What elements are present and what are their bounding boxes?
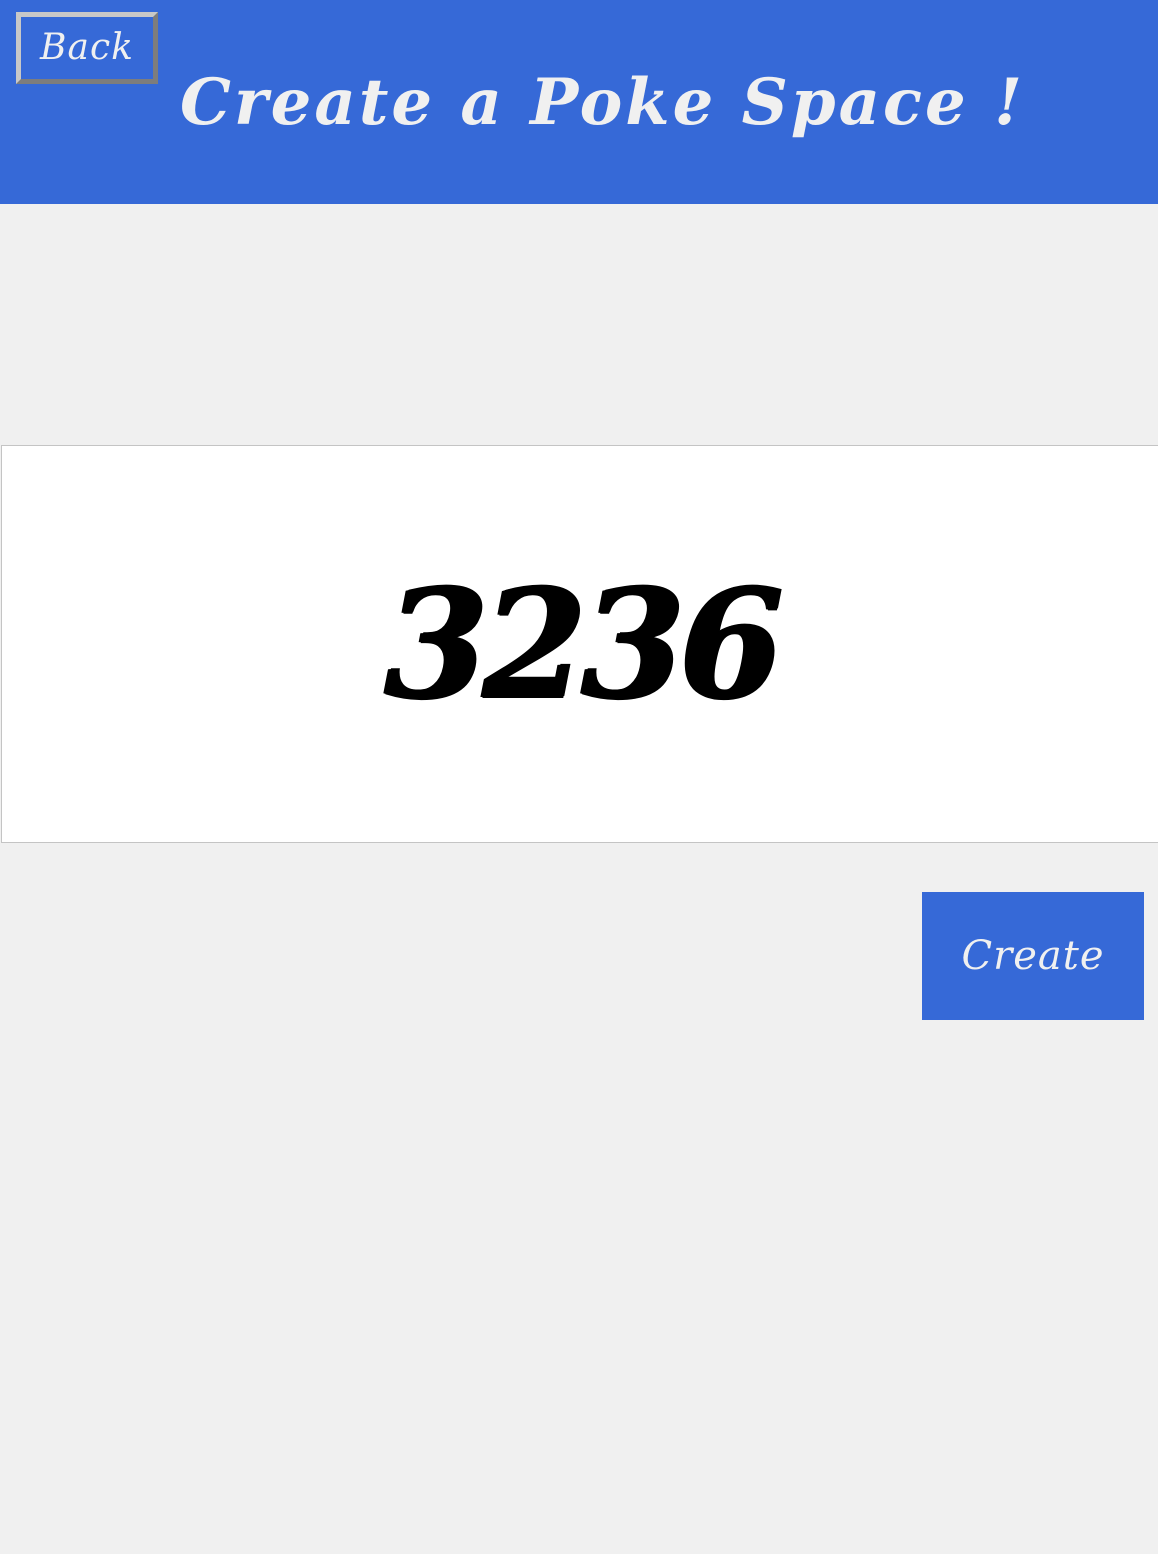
header-bar: Back Create a Poke Space ! — [0, 0, 1158, 204]
create-button[interactable]: Create — [922, 892, 1144, 1020]
back-button[interactable]: Back — [16, 12, 158, 84]
page-title: Create a Poke Space ! — [180, 65, 1026, 140]
space-code: 3236 — [383, 557, 783, 733]
code-display-panel: 3236 — [1, 445, 1158, 843]
